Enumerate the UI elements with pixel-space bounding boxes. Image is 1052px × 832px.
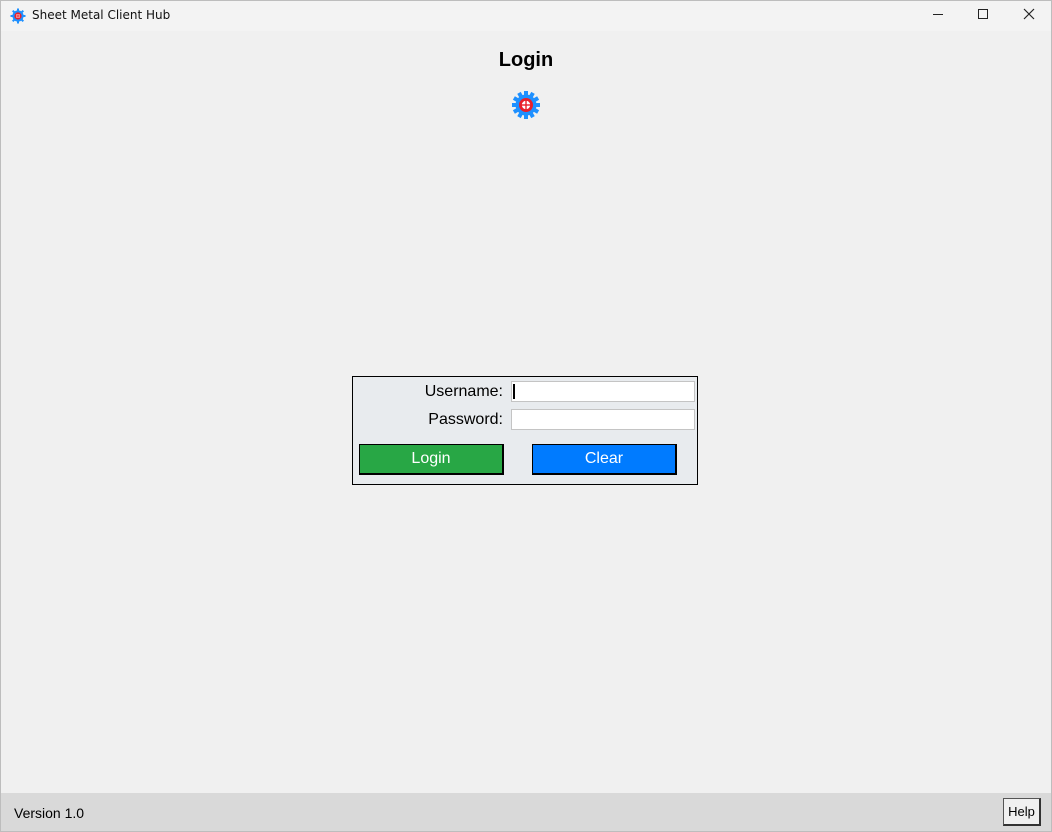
password-input[interactable] bbox=[511, 409, 695, 430]
username-input[interactable] bbox=[511, 381, 695, 402]
text-caret bbox=[513, 384, 515, 399]
help-button[interactable]: Help bbox=[1003, 798, 1041, 826]
maximize-button[interactable] bbox=[960, 1, 1005, 31]
version-label: Version 1.0 bbox=[14, 805, 85, 821]
app-window: Sheet Metal Client Hub Login Username: P… bbox=[0, 0, 1052, 832]
maximize-icon bbox=[977, 7, 989, 25]
minimize-button[interactable] bbox=[915, 1, 960, 31]
login-panel: Username: Password: Login Clear bbox=[352, 376, 698, 485]
status-bar: Version 1.0 Help bbox=[1, 793, 1051, 831]
title-bar[interactable]: Sheet Metal Client Hub bbox=[1, 1, 1051, 31]
close-icon bbox=[1023, 7, 1035, 25]
window-title: Sheet Metal Client Hub bbox=[32, 8, 171, 22]
minimize-icon bbox=[932, 7, 944, 25]
close-button[interactable] bbox=[1006, 1, 1051, 31]
page-title: Login bbox=[498, 49, 554, 71]
clear-button[interactable]: Clear bbox=[532, 444, 677, 475]
login-button[interactable]: Login bbox=[359, 444, 504, 475]
app-gear-icon bbox=[10, 8, 26, 24]
password-label: Password: bbox=[428, 411, 503, 428]
gear-icon bbox=[511, 90, 541, 120]
username-label: Username: bbox=[424, 383, 503, 400]
